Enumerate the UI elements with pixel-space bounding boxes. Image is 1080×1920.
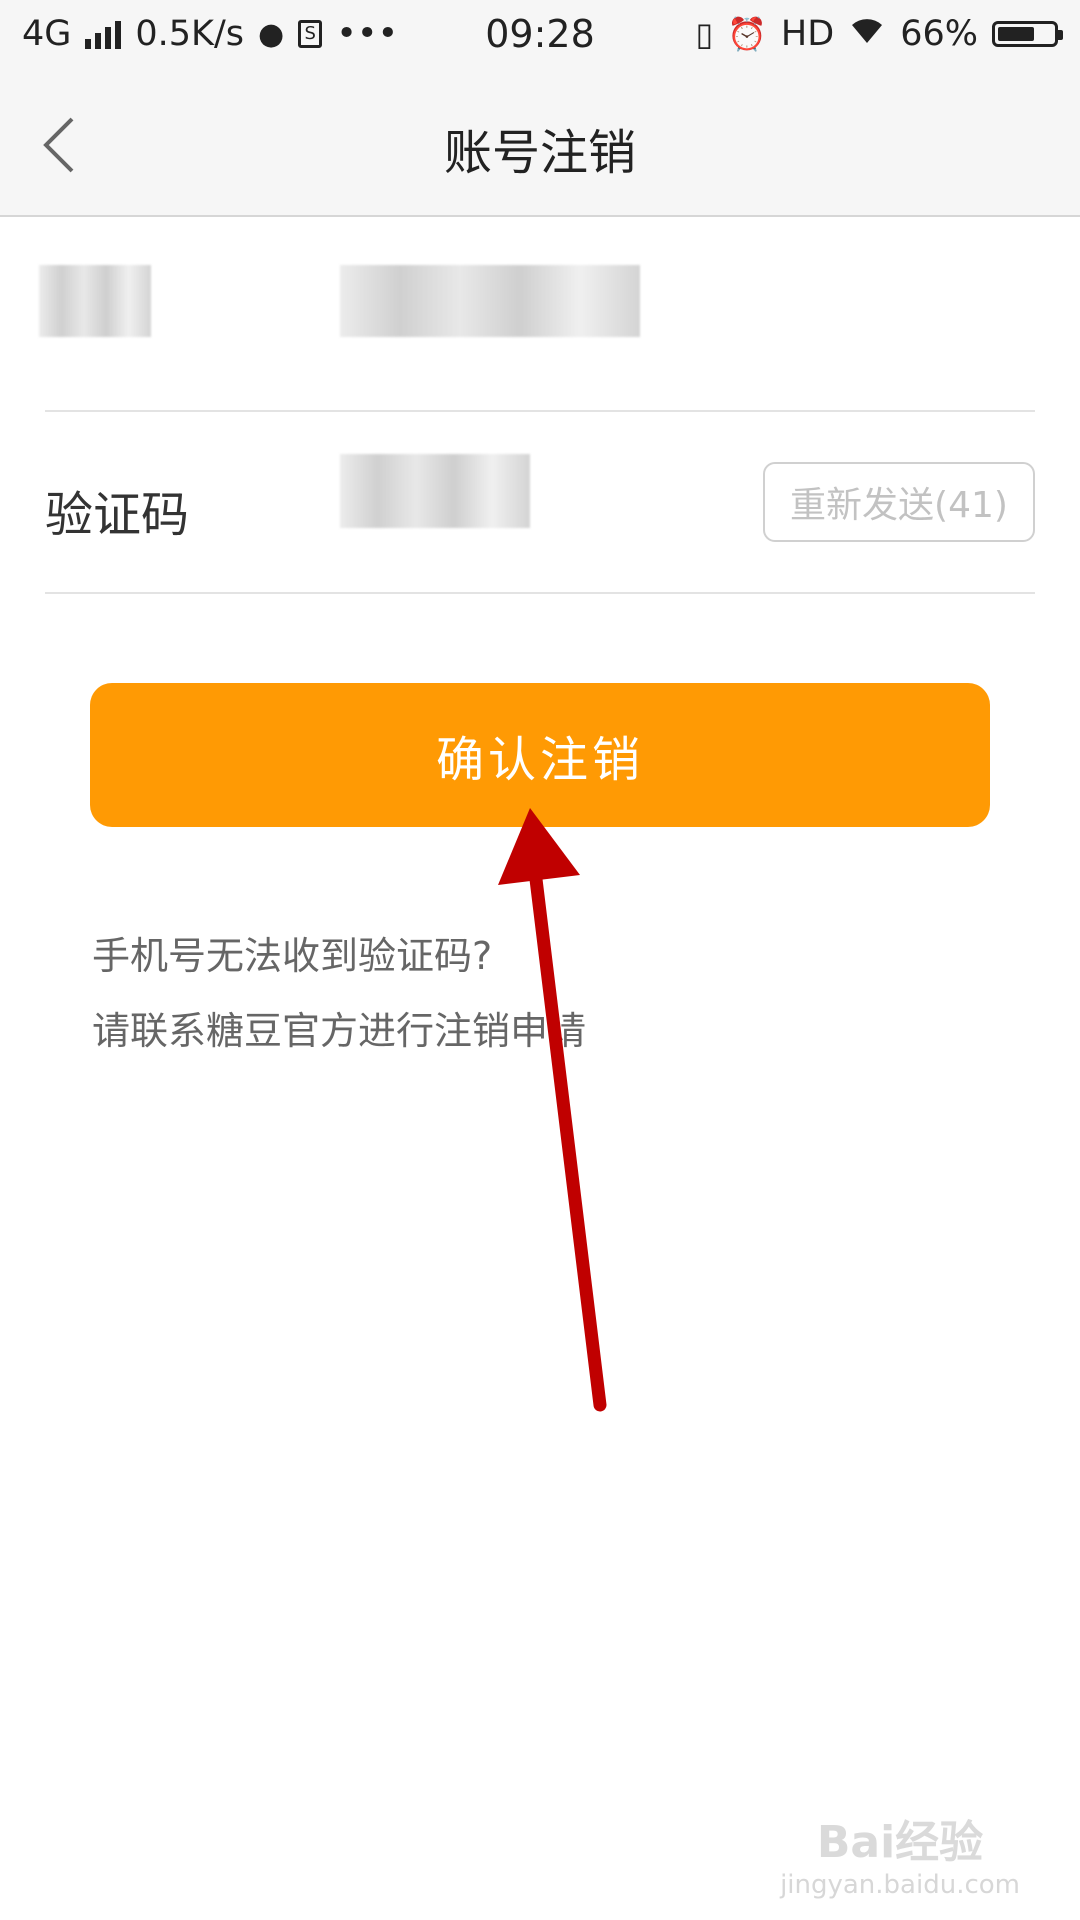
- resend-button[interactable]: 重新发送(41): [763, 462, 1035, 542]
- battery-icon: [992, 21, 1063, 47]
- help-line-1: 手机号无法收到验证码?: [92, 934, 493, 978]
- alarm-icon: ⏰: [727, 15, 767, 53]
- hd-indicator: HD: [780, 14, 835, 54]
- phone-number-row: [39, 235, 1035, 412]
- phone-number-obscured: [340, 265, 640, 337]
- nav-header: 账号注销: [0, 75, 1080, 217]
- status-bar: 4G 0.5K/s ● S ••• 09:28 ▯ ⏰ HD 66%: [0, 0, 1080, 75]
- wifi-icon: [848, 14, 886, 54]
- page-title: 账号注销: [443, 125, 636, 181]
- help-line-2: 请联系糖豆官方进行注销申请: [92, 1009, 587, 1053]
- battery-percent: 66%: [900, 14, 978, 54]
- watermark-url: jingyan.baidu.com: [780, 1870, 1020, 1900]
- code-input-obscured[interactable]: [340, 454, 530, 528]
- status-right: ▯ ⏰ HD 66%: [695, 14, 1063, 54]
- verification-code-row: 验证码 重新发送(41): [45, 412, 1035, 594]
- code-label: 验证码: [45, 487, 190, 543]
- phone-label-obscured: [39, 265, 151, 337]
- watermark: Bai经验 jingyan.baidu.com: [780, 1806, 1020, 1900]
- vibrate-icon: ▯: [695, 15, 714, 53]
- watermark-logo: Bai经验: [816, 1817, 984, 1868]
- confirm-deregister-button[interactable]: 确认注销: [90, 683, 990, 827]
